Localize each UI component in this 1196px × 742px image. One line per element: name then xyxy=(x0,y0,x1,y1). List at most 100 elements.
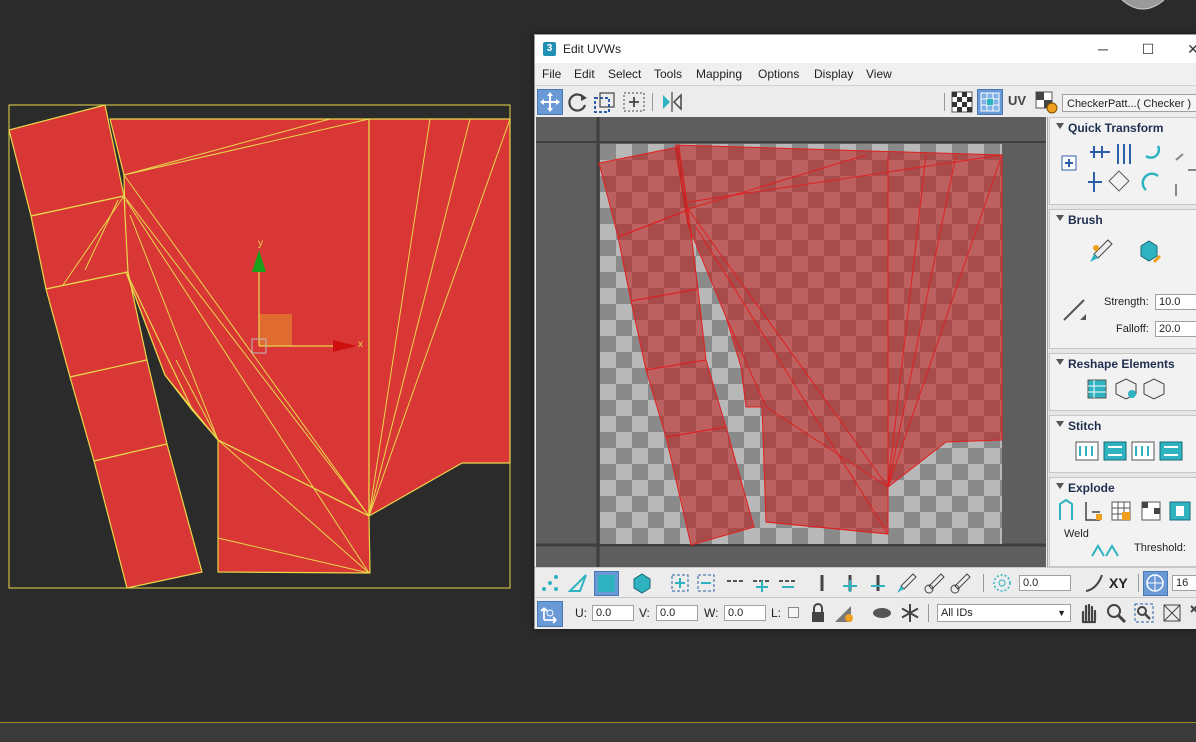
uv-editor-viewport[interactable] xyxy=(536,117,1046,567)
app-logo-icon: 3 xyxy=(543,42,556,56)
menu-display[interactable]: Display xyxy=(814,67,853,81)
paint-grow-icon[interactable] xyxy=(923,572,945,594)
zoom-region-icon[interactable] xyxy=(1133,602,1155,624)
edge-distance-button[interactable] xyxy=(1143,571,1168,596)
face-mode-button[interactable] xyxy=(594,571,619,596)
menu-mapping[interactable]: Mapping xyxy=(696,67,742,81)
shrink-selection-icon[interactable] xyxy=(695,572,717,594)
rotate-tool-button[interactable] xyxy=(565,89,591,115)
element-mode-icon[interactable] xyxy=(631,572,653,594)
reshape-elements-rollout: Reshape Elements xyxy=(1049,353,1196,411)
zoom-extents-icon[interactable] xyxy=(1161,602,1183,624)
edge-distance-field[interactable]: 16 xyxy=(1172,575,1196,591)
material-id-dropdown[interactable]: All IDs ▼ xyxy=(937,604,1071,622)
move-tool-button[interactable] xyxy=(537,89,563,115)
paint-shrink-icon[interactable] xyxy=(949,572,971,594)
loop-ring-icons[interactable] xyxy=(725,572,801,594)
brush-line-icon[interactable] xyxy=(1060,296,1088,324)
brush-title[interactable]: Brush xyxy=(1068,213,1103,227)
window-titlebar[interactable]: 3 Edit UVWs ─ ☐ ✕ xyxy=(535,35,1196,63)
close-button[interactable]: ✕ xyxy=(1183,40,1196,58)
freeform-icon xyxy=(623,92,645,112)
scale-tool-button[interactable] xyxy=(592,89,618,115)
paint-brush-icon[interactable] xyxy=(1088,238,1114,264)
zoom-icon[interactable] xyxy=(1105,602,1127,624)
viewcube-corner-icon[interactable] xyxy=(1118,0,1168,12)
u-field[interactable]: 0.0 xyxy=(592,605,634,621)
mirror-tool-button[interactable] xyxy=(659,89,685,115)
menu-tools[interactable]: Tools xyxy=(654,67,682,81)
explode-icons[interactable] xyxy=(1056,498,1196,524)
v-field[interactable]: 0.0 xyxy=(656,605,698,621)
collapse-triangle-icon[interactable] xyxy=(1056,215,1064,221)
grow-selection-icon[interactable] xyxy=(669,572,691,594)
w-field[interactable]: 0.0 xyxy=(724,605,766,621)
hide-icon[interactable] xyxy=(871,602,893,624)
stitch-rollout: Stitch xyxy=(1049,415,1196,473)
show-grid-button[interactable] xyxy=(977,89,1003,115)
collapse-triangle-icon[interactable] xyxy=(1056,359,1064,365)
v-label: V: xyxy=(639,606,650,620)
filter-visibility-icon[interactable] xyxy=(833,602,855,624)
maximize-button[interactable]: ☐ xyxy=(1138,40,1158,58)
show-map-button[interactable] xyxy=(949,89,975,115)
toolbar-separator xyxy=(944,93,945,111)
absolute-offset-button[interactable] xyxy=(537,601,563,627)
collapse-triangle-icon[interactable] xyxy=(1056,421,1064,427)
lock-checkbox[interactable] xyxy=(788,607,799,618)
stitch-title[interactable]: Stitch xyxy=(1068,419,1101,433)
edge-mode-icon[interactable] xyxy=(567,572,589,594)
relax-brush-icon[interactable] xyxy=(1136,238,1162,264)
soft-selection-falloff-field[interactable]: 0.0 xyxy=(1019,575,1071,591)
w-label: W: xyxy=(704,606,719,620)
threshold-label: Threshold: xyxy=(1134,542,1186,554)
soft-selection-icon[interactable] xyxy=(991,572,1013,594)
freeze-snowflake-icon[interactable] xyxy=(899,602,921,624)
quick-transform-icons[interactable] xyxy=(1058,140,1196,200)
weld-icon[interactable] xyxy=(1090,540,1120,560)
u-label: U: xyxy=(575,606,587,620)
top-toolbar: UV CheckerPatt...( Checker ) xyxy=(535,85,1196,118)
pan-hand-icon[interactable] xyxy=(1077,602,1099,624)
edge-distance-icon xyxy=(1146,574,1164,592)
menu-view[interactable]: View xyxy=(866,67,892,81)
falloff-curve-icon[interactable] xyxy=(1083,572,1105,594)
menu-edit[interactable]: Edit xyxy=(574,67,595,81)
paint-select-icon[interactable] xyxy=(895,572,917,594)
map-settings-button[interactable] xyxy=(1033,89,1059,115)
shrink-loop-icon[interactable] xyxy=(867,572,889,594)
minimize-button[interactable]: ─ xyxy=(1093,40,1113,58)
reshape-icons[interactable] xyxy=(1086,376,1176,402)
chevron-down-icon: ▼ xyxy=(1057,608,1066,618)
perspective-viewport[interactable]: y x xyxy=(0,0,535,720)
collapse-triangle-icon[interactable] xyxy=(1056,483,1064,489)
collapse-triangle-icon[interactable] xyxy=(1056,123,1064,129)
scale-icon xyxy=(594,92,615,113)
falloff-spinner[interactable]: 20.0 xyxy=(1155,321,1196,337)
uv-space-button[interactable]: UV xyxy=(1005,89,1031,115)
strength-spinner[interactable]: 10.0 xyxy=(1155,294,1196,310)
menu-select[interactable]: Select xyxy=(608,67,641,81)
quick-transform-title[interactable]: Quick Transform xyxy=(1068,121,1163,135)
toolbar-separator xyxy=(983,574,984,592)
toolbar-separator xyxy=(1138,574,1139,592)
snap-icon[interactable] xyxy=(1187,602,1196,624)
mirror-icon xyxy=(663,92,682,112)
xy-space-toggle[interactable]: XY xyxy=(1109,575,1128,591)
window-title: Edit UVWs xyxy=(563,42,622,56)
menu-file[interactable]: File xyxy=(542,67,561,81)
vertex-mode-icon[interactable] xyxy=(539,572,561,594)
reshape-elements-title[interactable]: Reshape Elements xyxy=(1068,357,1175,371)
lock-icon[interactable] xyxy=(807,602,829,624)
menu-options[interactable]: Options xyxy=(758,67,799,81)
explode-title[interactable]: Explode xyxy=(1068,481,1115,495)
material-id-value: All IDs xyxy=(941,607,973,619)
grid-icon xyxy=(980,92,1000,112)
grow-loop-icon[interactable] xyxy=(839,572,861,594)
point-loop-icon[interactable] xyxy=(811,572,833,594)
stitch-icons[interactable] xyxy=(1074,438,1189,464)
toolbar-separator xyxy=(928,604,929,622)
move-icon xyxy=(540,92,560,112)
texture-map-dropdown[interactable]: CheckerPatt...( Checker ) xyxy=(1062,94,1196,112)
freeform-tool-button[interactable] xyxy=(621,89,647,115)
